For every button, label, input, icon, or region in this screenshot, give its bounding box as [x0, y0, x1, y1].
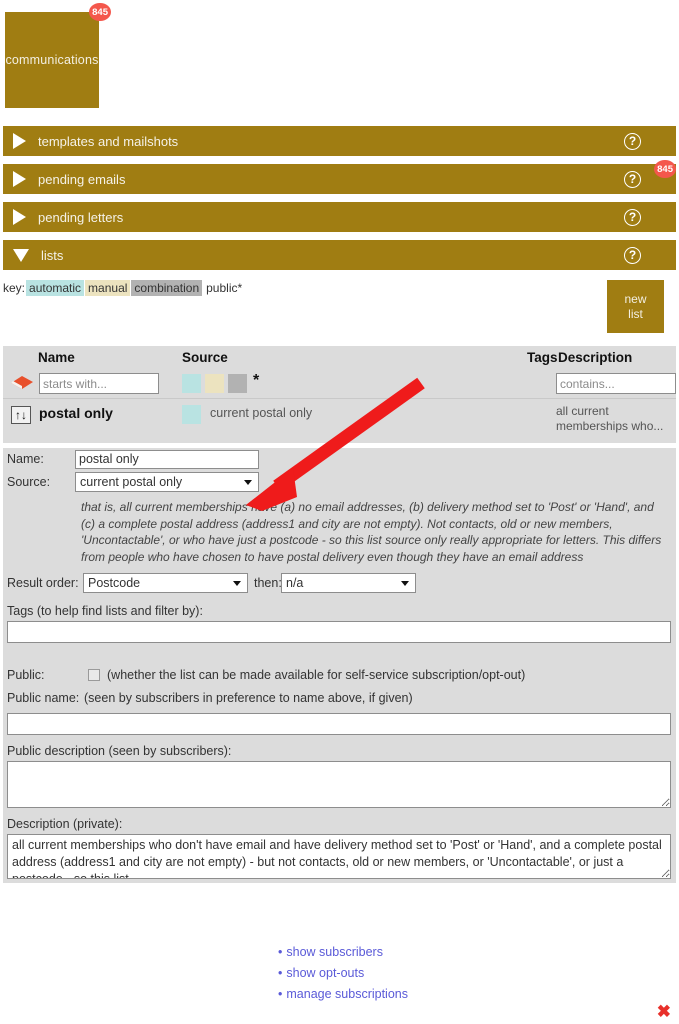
filter-swatch-manual[interactable] — [205, 374, 224, 393]
eraser-icon[interactable] — [11, 376, 33, 390]
triangle-right-icon — [13, 209, 26, 225]
table-header-row: Name Source Tags Description — [3, 346, 676, 370]
field-row-source: Source: current postal only — [3, 470, 676, 494]
public-description-textarea[interactable] — [7, 761, 671, 808]
table-filter-row: * — [3, 370, 676, 399]
name-input[interactable] — [75, 449, 259, 469]
then-label: then: — [254, 576, 282, 590]
section-label: templates and mailshots — [38, 133, 179, 149]
then-select[interactable]: n/a — [281, 573, 416, 593]
bullet-icon: • — [278, 966, 283, 980]
result-order-value: Postcode — [88, 576, 141, 590]
pending-emails-badge-count: 845 — [654, 160, 676, 178]
column-header-tags: Tags — [527, 350, 558, 365]
column-header-name: Name — [38, 350, 75, 365]
communications-lists-page: communications 845 templates and mailsho… — [0, 0, 679, 1024]
triangle-down-icon — [13, 248, 29, 262]
tags-input[interactable] — [7, 621, 671, 643]
filter-public-star[interactable]: * — [253, 372, 259, 390]
public-label: Public: — [7, 668, 45, 682]
module-tile-label: communications — [5, 53, 99, 67]
section-pending-letters[interactable]: pending letters ? — [3, 202, 676, 232]
help-icon[interactable]: ? — [624, 208, 641, 226]
source-select-value: current postal only — [80, 475, 183, 489]
name-label: Name: — [7, 452, 44, 466]
legend-prefix: key: — [3, 281, 26, 295]
chevron-down-icon — [233, 581, 241, 586]
field-row-name: Name: — [3, 448, 676, 470]
link-show-opt-outs[interactable]: show opt-outs — [286, 966, 364, 980]
filter-description-input[interactable] — [556, 373, 676, 394]
filter-swatch-combination[interactable] — [228, 374, 247, 393]
field-row-result-order: Result order: Postcode then: n/a — [3, 573, 676, 595]
filter-name-input[interactable] — [39, 373, 159, 394]
new-list-line2: list — [628, 306, 643, 321]
public-name-label: Public name: — [7, 691, 80, 705]
private-description-textarea[interactable]: all current memberships who don't have e… — [7, 834, 671, 879]
field-row-public-name: Public name: (seen by subscribers in pre… — [3, 689, 676, 709]
tags-label: Tags (to help find lists and filter by): — [7, 604, 203, 618]
chevron-down-icon — [401, 581, 409, 586]
section-label: pending emails — [38, 171, 126, 187]
result-order-select[interactable]: Postcode — [83, 573, 248, 593]
source-note: that is, all current memberships have (a… — [81, 500, 662, 564]
row-source-swatch — [182, 405, 201, 424]
link-show-subscribers[interactable]: show subscribers — [286, 945, 383, 959]
sort-icon[interactable]: ↑↓ — [11, 406, 31, 424]
new-list-button[interactable]: new list — [607, 280, 664, 333]
legend-item-combination: combination — [131, 280, 203, 296]
row-name: postal only — [39, 405, 113, 421]
link-manage-subscriptions[interactable]: manage subscriptions — [286, 987, 408, 1001]
module-tile-communications[interactable]: communications — [5, 12, 99, 108]
link-show-opt-outs-row: • show opt-outs — [278, 963, 408, 984]
legend-item-public: public* — [206, 281, 243, 295]
table-row[interactable]: ↑↓ postal only current postal only all c… — [3, 399, 676, 443]
public-name-hint: (seen by subscribers in preference to na… — [84, 691, 413, 705]
section-templates-and-mailshots[interactable]: templates and mailshots ? — [3, 126, 676, 156]
column-header-description: Description — [558, 350, 633, 365]
column-header-source: Source — [182, 350, 228, 365]
section-pending-emails[interactable]: pending emails ? — [3, 164, 676, 194]
module-tile-wrap: communications 845 — [5, 3, 111, 108]
legend-item-manual: manual — [85, 280, 131, 296]
lists-table: Name Source Tags Description * ↑↓ postal… — [3, 346, 676, 443]
field-row-public: Public: (whether the list can be made av… — [3, 665, 676, 687]
row-description: all current memberships who... — [556, 404, 664, 433]
public-description-label: Public description (seen by subscribers)… — [7, 744, 232, 758]
link-manage-subscriptions-row: • manage subscriptions — [278, 984, 408, 1005]
section-label: pending letters — [38, 209, 124, 225]
section-label: lists — [41, 247, 64, 263]
legend-key: key: automatic manual combination public* — [3, 280, 245, 296]
public-hint: (whether the list can be made available … — [107, 668, 526, 682]
source-label: Source: — [7, 475, 51, 489]
filter-swatch-automatic[interactable] — [182, 374, 201, 393]
result-order-label: Result order: — [7, 576, 79, 590]
public-checkbox[interactable] — [88, 669, 100, 681]
help-icon[interactable]: ? — [624, 246, 641, 264]
chevron-down-icon — [244, 480, 252, 485]
row-source: current postal only — [210, 406, 313, 420]
help-icon[interactable]: ? — [624, 170, 641, 188]
list-detail-panel: Name: Source: current postal only that i… — [3, 448, 676, 883]
new-list-line1: new — [624, 291, 647, 306]
triangle-right-icon — [13, 133, 26, 149]
public-name-input[interactable] — [7, 713, 671, 735]
bullet-icon: • — [278, 987, 283, 1001]
section-lists[interactable]: lists ? — [3, 240, 676, 270]
private-description-label: Description (private): — [7, 817, 123, 831]
bullet-icon: • — [278, 945, 283, 959]
legend-item-automatic: automatic — [26, 280, 85, 296]
close-icon[interactable]: ✖ — [657, 1003, 671, 1020]
triangle-right-icon — [13, 171, 26, 187]
module-badge-count: 845 — [89, 3, 111, 21]
source-select[interactable]: current postal only — [75, 472, 259, 492]
help-icon[interactable]: ? — [624, 132, 641, 150]
then-value: n/a — [286, 576, 304, 590]
action-links: • show subscribers • show opt-outs • manage… — [278, 942, 408, 1005]
link-show-subscribers-row: • show subscribers — [278, 942, 408, 963]
